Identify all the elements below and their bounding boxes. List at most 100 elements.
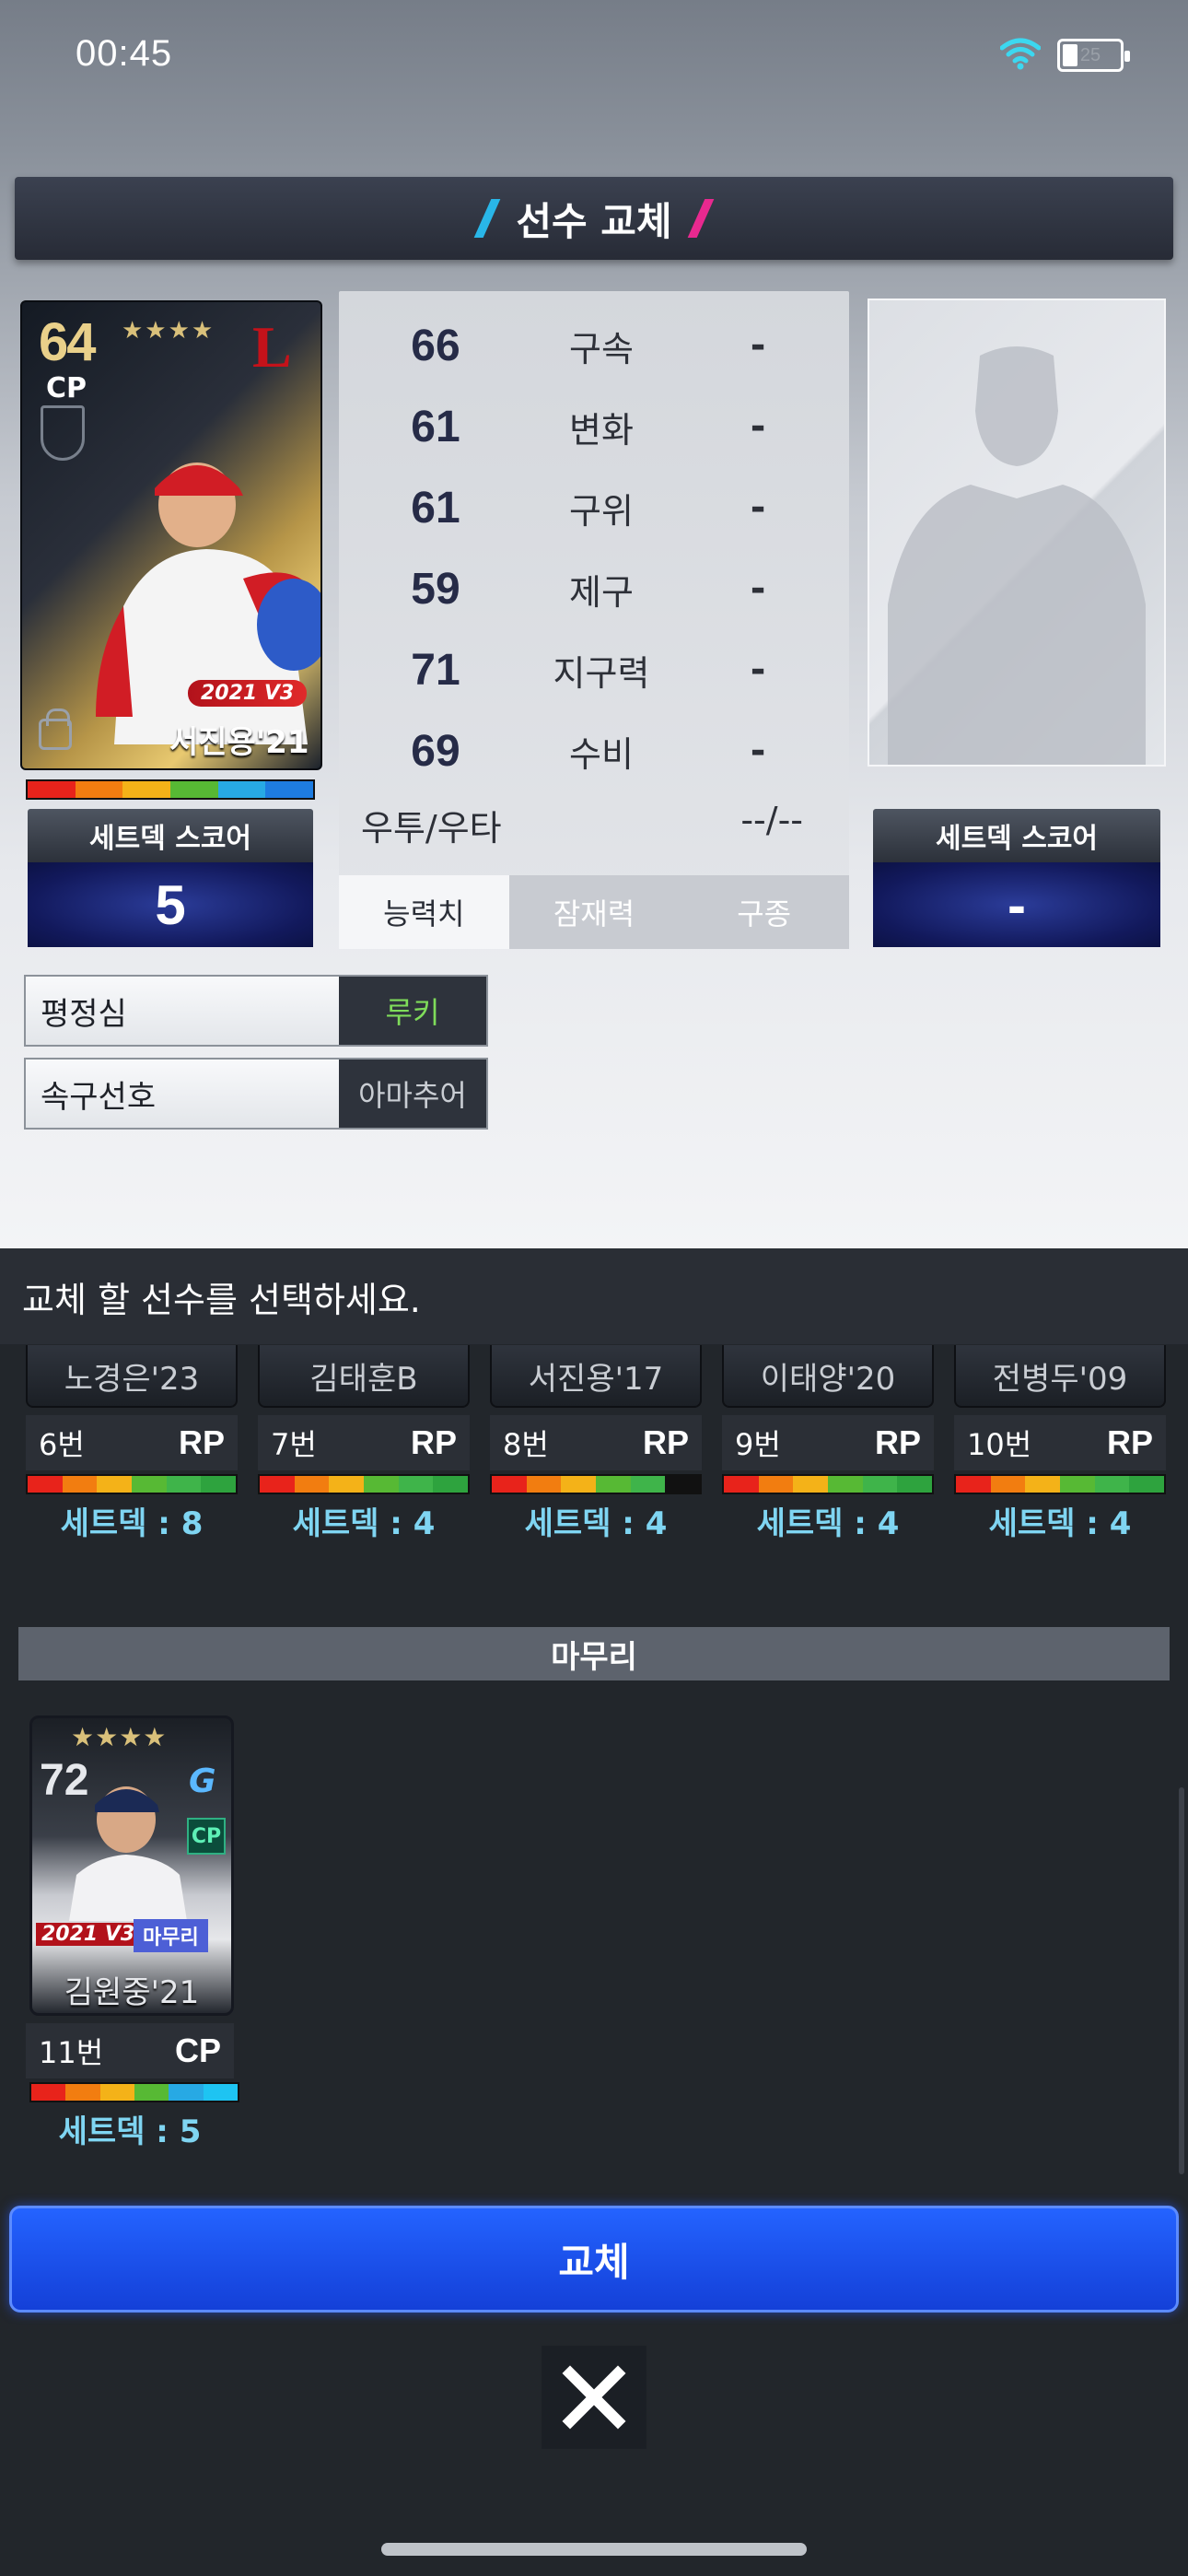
- player-number: 8번: [503, 1427, 549, 1462]
- player-image: [69, 1786, 187, 1921]
- stat-row-defense: 69 수비 -: [339, 711, 849, 790]
- silhouette-icon: [888, 346, 1146, 765]
- player-setdeck: 세트덱 : 4: [524, 1505, 668, 1542]
- info-row-composure: 평정심 루키: [24, 975, 488, 1047]
- card-player-name: 서진용'21: [169, 724, 309, 761]
- close-icon: [562, 2365, 626, 2430]
- lock-icon: [39, 708, 72, 750]
- current-setdeck-label: 세트덱 스코어: [28, 809, 313, 862]
- stat-row-break: 61 변화 -: [339, 387, 849, 466]
- battery-icon: 25: [1057, 39, 1130, 72]
- player-position: RP: [410, 1423, 457, 1461]
- grade-bar: [722, 1474, 934, 1494]
- info-value: 아마추어: [339, 1060, 486, 1128]
- player-number: 7번: [271, 1427, 317, 1462]
- player-number-row: 6번 RP: [26, 1415, 238, 1470]
- status-icons: 25: [999, 33, 1130, 77]
- tab-abilities[interactable]: 능력치: [339, 875, 509, 949]
- home-indicator[interactable]: [381, 2543, 807, 2556]
- stat-compare: -: [750, 405, 766, 448]
- current-player-card[interactable]: 64 CP ★★★★ L 2021 V3 서진용'21: [20, 300, 322, 770]
- player-number: 9번: [735, 1427, 781, 1462]
- player-setdeck: 세트덱 : 4: [756, 1505, 900, 1542]
- info-label: 속구선호: [26, 1060, 339, 1128]
- player-name: 노경은'23: [26, 1345, 238, 1408]
- player-position: RP: [1106, 1423, 1153, 1461]
- player-number-row: 8번 RP: [490, 1415, 702, 1470]
- player-name: 김태훈B: [258, 1345, 470, 1408]
- stat-row-speed: 66 구속 -: [339, 306, 849, 385]
- grade-bar: [490, 1474, 702, 1494]
- prompt-bar: 교체 할 선수를 선택하세요.: [0, 1248, 1188, 1344]
- stat-compare: -: [750, 730, 766, 772]
- grade-bar: [26, 1474, 238, 1494]
- stat-row-stuff: 61 구위 -: [339, 468, 849, 547]
- target-player-placeholder: [868, 299, 1166, 767]
- stat-name: 구위: [569, 490, 634, 532]
- wifi-icon: [999, 37, 1042, 74]
- target-setdeck-value: -: [873, 862, 1160, 947]
- stats-tabs: 능력치 잠재력 구종: [339, 875, 850, 949]
- player-position: RP: [874, 1423, 921, 1461]
- close-button[interactable]: [542, 2346, 646, 2449]
- closer-player-card[interactable]: ★★★★ 72 G CP 2021 V3 마무리 김원중'21: [29, 1715, 234, 2016]
- player-name: 서진용'17: [490, 1345, 702, 1408]
- closer-number-row: 11번 CP: [26, 2023, 234, 2078]
- card-ovr: 64: [39, 312, 96, 372]
- card-year-badge: 2021 V3: [36, 1923, 141, 1946]
- card-stars: ★★★★: [71, 1722, 168, 1752]
- player-position: RP: [178, 1423, 225, 1461]
- stat-compare: -: [750, 568, 766, 610]
- swap-button[interactable]: 교체: [9, 2206, 1179, 2313]
- card-stars: ★★★★: [122, 317, 215, 345]
- card-position-badge: CP: [187, 1818, 226, 1855]
- slash-cyan-icon: [474, 199, 501, 238]
- player-number: 11번: [39, 2035, 104, 2070]
- battery-level: 25: [1079, 44, 1101, 65]
- stat-value: 69: [411, 726, 460, 776]
- stat-compare: -: [750, 486, 766, 529]
- card-position: CP: [46, 372, 87, 404]
- player-position: RP: [642, 1423, 689, 1461]
- stat-compare: -: [750, 324, 766, 367]
- stats-rows: 66 구속 - 61 변화 - 61 구위 - 59 제구 - 71 지구력 -…: [339, 291, 850, 949]
- handedness-row: 우투/우타 --/--: [361, 800, 831, 850]
- grade-bar: [954, 1474, 1166, 1494]
- stat-name: 변화: [569, 409, 634, 451]
- status-time: 00:45: [76, 33, 173, 74]
- stat-compare: -: [750, 649, 766, 691]
- stat-row-stamina: 71 지구력 -: [339, 630, 849, 709]
- stat-name: 구속: [569, 328, 634, 369]
- card-role-badge: 마무리: [134, 1919, 208, 1952]
- info-row-fastball-pref: 속구선호 아마추어: [24, 1058, 488, 1130]
- stat-value: 61: [411, 483, 460, 533]
- page-title: 선수 교체: [516, 198, 672, 244]
- stat-name: 지구력: [553, 652, 650, 694]
- current-setdeck-value: 5: [28, 862, 313, 947]
- slash-magenta-icon: [687, 199, 714, 238]
- scrollbar[interactable]: [1179, 1787, 1184, 2174]
- closer-setdeck: 세트덱 : 5: [58, 2113, 202, 2150]
- card-player-name: 김원중'21: [64, 1974, 200, 2011]
- card-year-badge: 2021 V3: [188, 680, 308, 707]
- tab-pitches[interactable]: 구종: [679, 875, 850, 949]
- stat-name: 제구: [569, 571, 634, 613]
- section-header-closer: 마무리: [18, 1627, 1170, 1680]
- info-label: 평정심: [26, 977, 339, 1045]
- player-name: 이태양'20: [722, 1345, 934, 1408]
- stat-value: 66: [411, 321, 460, 370]
- info-value: 루키: [339, 977, 486, 1045]
- player-setdeck: 세트덱 : 8: [60, 1505, 204, 1542]
- player-name: 전병두'09: [954, 1345, 1166, 1408]
- handedness-label: 우투/우타: [361, 808, 502, 849]
- grade-bar: [26, 779, 315, 800]
- target-setdeck-label: 세트덱 스코어: [873, 809, 1160, 862]
- player-number: 10번: [967, 1427, 1032, 1462]
- player-number-row: 10번 RP: [954, 1415, 1166, 1470]
- stat-value: 61: [411, 402, 460, 451]
- tab-potential[interactable]: 잠재력: [508, 875, 680, 949]
- handedness-compare: --/--: [740, 800, 803, 840]
- grade-bar: [29, 2082, 239, 2102]
- stat-name: 수비: [569, 733, 634, 775]
- player-number-row: 7번 RP: [258, 1415, 470, 1470]
